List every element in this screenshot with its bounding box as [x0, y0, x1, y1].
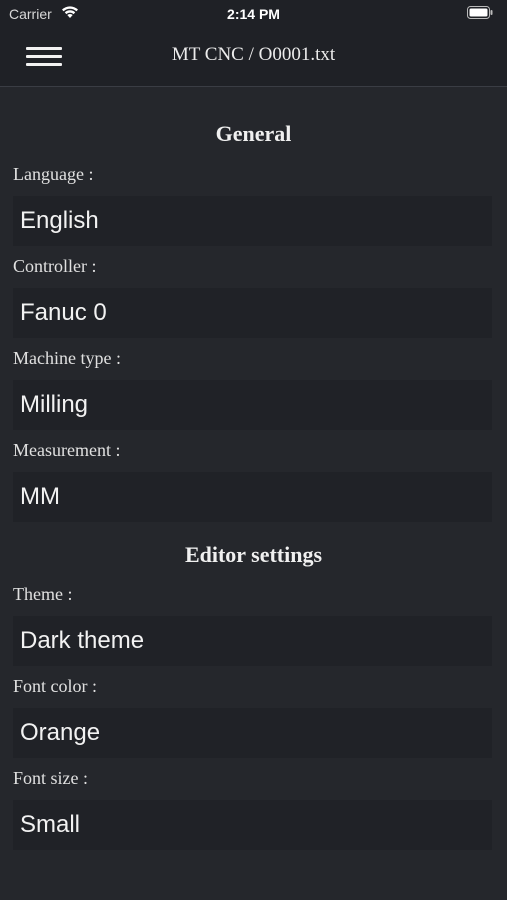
status-bar: Carrier 2:14 PM [0, 0, 507, 27]
language-label: Language : [13, 164, 94, 184]
controller-selector[interactable]: Fanuc 0 [13, 288, 492, 338]
section-title-general: General [215, 121, 292, 146]
battery-icon [467, 6, 493, 19]
machine-type-selector[interactable]: Milling [13, 380, 492, 430]
measurement-selector[interactable]: MM [13, 472, 492, 522]
settings-content: General Language : English Controller : … [0, 88, 507, 850]
theme-selector[interactable]: Dark theme [13, 616, 492, 666]
font-color-selector[interactable]: Orange [13, 708, 492, 758]
section-title-editor-settings: Editor settings [184, 542, 323, 567]
navigation-bar: MT CNC / O0001.txt [0, 27, 507, 87]
measurement-label: Measurement : [13, 440, 121, 460]
theme-label: Theme : [13, 584, 73, 604]
status-time: 2:14 PM [227, 6, 280, 22]
language-selector[interactable]: English [13, 196, 492, 246]
nav-title: MT CNC / O0001.txt [171, 44, 336, 65]
font-size-selector[interactable]: Small [13, 800, 492, 850]
machine-type-label: Machine type : [13, 348, 121, 368]
font-size-label: Font size : [13, 768, 88, 788]
controller-label: Controller : [13, 256, 97, 276]
font-color-label: Font color : [13, 676, 97, 696]
